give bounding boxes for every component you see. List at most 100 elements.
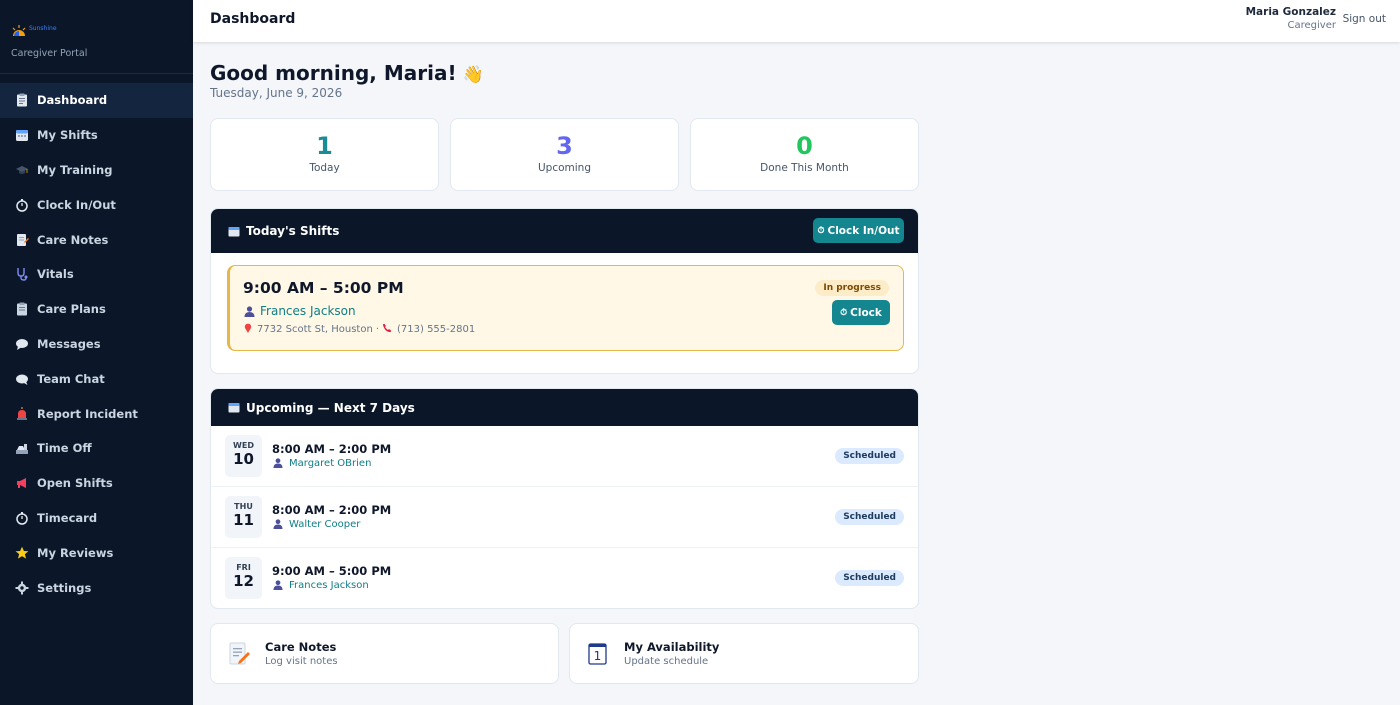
brand: Sunshine Caregiver Portal bbox=[0, 0, 193, 74]
list-item[interactable]: FRI 12 9:00 AM – 5:00 PM Frances Jackson… bbox=[211, 548, 918, 608]
shift-time: 9:00 AM – 5:00 PM bbox=[272, 564, 392, 578]
stopwatch-icon bbox=[14, 197, 29, 212]
portal-label: Caregiver Portal bbox=[11, 48, 88, 59]
clock-in-out-button[interactable]: ⏱ Clock In/Out bbox=[813, 218, 904, 243]
stopwatch-icon: ⏱ bbox=[840, 307, 848, 318]
beach-icon bbox=[14, 441, 29, 456]
status-badge: Scheduled bbox=[835, 570, 904, 586]
phone-icon bbox=[382, 323, 392, 336]
day-box: FRI 12 bbox=[225, 557, 262, 599]
sidebar-item-label: Care Plans bbox=[37, 302, 106, 317]
stat-label: Upcoming bbox=[537, 162, 591, 174]
user-info: Maria Gonzalez Caregiver bbox=[1246, 6, 1336, 31]
calendar-icon bbox=[228, 226, 240, 237]
clipboard-icon bbox=[14, 302, 29, 317]
person-icon bbox=[273, 580, 284, 591]
shift-client-link[interactable]: Frances Jackson bbox=[244, 304, 356, 318]
svg-text:1: 1 bbox=[594, 649, 602, 663]
sidebar-item-timecard[interactable]: Timecard bbox=[0, 501, 193, 536]
sidebar-item-label: Clock In/Out bbox=[37, 197, 116, 212]
pin-icon bbox=[244, 323, 252, 336]
sidebar: Sunshine Caregiver Portal Dashboard My S… bbox=[0, 0, 193, 705]
calendar-icon bbox=[228, 402, 240, 413]
sidebar-item-vitals[interactable]: Vitals bbox=[0, 257, 193, 292]
sidebar-item-time-off[interactable]: Time Off bbox=[0, 431, 193, 466]
stat-card-today: 1 Today bbox=[210, 118, 439, 191]
sidebar-item-care-plans[interactable]: Care Plans bbox=[0, 292, 193, 327]
chat-bubble-icon bbox=[14, 371, 29, 386]
greeting-heading: Good morning, Maria! 👋 bbox=[210, 61, 484, 85]
user-name: Maria Gonzalez bbox=[1245, 6, 1336, 18]
sidebar-item-label: Timecard bbox=[37, 510, 98, 525]
quick-link-title: My Availability bbox=[624, 640, 720, 654]
sidebar-nav: Dashboard My Shifts My Training Clock In… bbox=[0, 74, 193, 605]
shift-phone[interactable]: (713) 555-2801 bbox=[397, 324, 475, 335]
sidebar-item-label: My Shifts bbox=[37, 128, 98, 143]
shift-location: 7732 Scott St, Houston · (713) 555-2801 bbox=[244, 323, 475, 336]
stopwatch-icon bbox=[14, 510, 29, 525]
stats-row: 1 Today 3 Upcoming 0 Done This Month bbox=[210, 118, 919, 191]
memo-icon bbox=[227, 641, 251, 667]
current-date: Tuesday, June 9, 2026 bbox=[210, 86, 343, 100]
list-item[interactable]: THU 11 8:00 AM – 2:00 PM Walter Cooper S… bbox=[211, 487, 918, 548]
user-role: Caregiver bbox=[1287, 20, 1336, 31]
sidebar-item-messages[interactable]: Messages bbox=[0, 327, 193, 362]
shift-time: 9:00 AM – 5:00 PM bbox=[243, 279, 404, 297]
status-badge: Scheduled bbox=[835, 509, 904, 525]
shift-time: 8:00 AM – 2:00 PM bbox=[272, 442, 392, 456]
sidebar-item-team-chat[interactable]: Team Chat bbox=[0, 361, 193, 396]
sidebar-item-my-training[interactable]: My Training bbox=[0, 153, 193, 188]
shift-client-link[interactable]: Walter Cooper bbox=[273, 519, 360, 530]
day-box: WED 10 bbox=[225, 435, 262, 477]
sidebar-item-label: Vitals bbox=[37, 267, 74, 282]
page-title: Dashboard bbox=[210, 11, 296, 27]
sidebar-item-label: Settings bbox=[37, 580, 92, 595]
megaphone-icon bbox=[14, 476, 29, 491]
stat-card-done-this-month: 0 Done This Month bbox=[690, 118, 919, 191]
sidebar-item-label: Open Shifts bbox=[37, 476, 113, 491]
sidebar-item-dashboard[interactable]: Dashboard bbox=[0, 83, 193, 118]
sidebar-item-label: Team Chat bbox=[37, 371, 105, 386]
sidebar-item-label: Dashboard bbox=[37, 93, 108, 108]
card-header: Upcoming — Next 7 Days bbox=[211, 389, 918, 426]
quick-link-care-notes[interactable]: Care Notes Log visit notes bbox=[210, 623, 559, 684]
sun-logo-icon bbox=[11, 22, 27, 36]
sidebar-item-care-notes[interactable]: Care Notes bbox=[0, 222, 193, 257]
gear-icon bbox=[14, 580, 29, 595]
sidebar-item-my-reviews[interactable]: My Reviews bbox=[0, 535, 193, 570]
shift-client-link[interactable]: Margaret OBrien bbox=[273, 458, 371, 469]
sidebar-item-label: Time Off bbox=[37, 441, 92, 456]
sidebar-item-open-shifts[interactable]: Open Shifts bbox=[0, 466, 193, 501]
sidebar-item-label: Care Notes bbox=[37, 232, 109, 247]
waving-hand-icon: 👋 bbox=[462, 65, 484, 85]
sidebar-item-label: My Reviews bbox=[37, 545, 114, 560]
upcoming-list: WED 10 8:00 AM – 2:00 PM Margaret OBrien… bbox=[211, 426, 918, 608]
stethoscope-icon bbox=[14, 267, 29, 282]
sign-out-link[interactable]: Sign out bbox=[1343, 13, 1386, 25]
logo[interactable]: Sunshine bbox=[11, 18, 193, 38]
list-item[interactable]: WED 10 8:00 AM – 2:00 PM Margaret OBrien… bbox=[211, 426, 918, 487]
shift-time: 8:00 AM – 2:00 PM bbox=[272, 503, 392, 517]
quick-link-my-availability[interactable]: 1 My Availability Update schedule bbox=[569, 623, 919, 684]
quick-link-subtitle: Log visit notes bbox=[265, 656, 338, 667]
siren-icon bbox=[14, 406, 29, 421]
shift-address: 7732 Scott St, Houston bbox=[257, 324, 373, 335]
stat-label: Today bbox=[309, 162, 340, 174]
clock-button[interactable]: ⏱ Clock bbox=[832, 300, 890, 325]
shift-client-link[interactable]: Frances Jackson bbox=[273, 580, 369, 591]
stat-card-upcoming: 3 Upcoming bbox=[450, 118, 679, 191]
day-box: THU 11 bbox=[225, 496, 262, 538]
sidebar-item-my-shifts[interactable]: My Shifts bbox=[0, 118, 193, 153]
speech-bubble-icon bbox=[14, 336, 29, 351]
sidebar-item-clock-in-out[interactable]: Clock In/Out bbox=[0, 187, 193, 222]
top-header: Dashboard Maria Gonzalez Caregiver Sign … bbox=[193, 0, 1400, 42]
current-shift[interactable]: 9:00 AM – 5:00 PM Frances Jackson 7732 S… bbox=[227, 265, 904, 351]
stat-value: 3 bbox=[556, 132, 573, 160]
sidebar-item-report-incident[interactable]: Report Incident bbox=[0, 396, 193, 431]
quick-link-subtitle: Update schedule bbox=[624, 656, 709, 667]
person-icon bbox=[273, 519, 284, 530]
sidebar-item-label: My Training bbox=[37, 162, 113, 177]
sidebar-item-settings[interactable]: Settings bbox=[0, 570, 193, 605]
card-header: Today's Shifts ⏱ Clock In/Out bbox=[211, 209, 918, 253]
todays-shifts-card: Today's Shifts ⏱ Clock In/Out 9:00 AM – 5… bbox=[210, 208, 919, 374]
